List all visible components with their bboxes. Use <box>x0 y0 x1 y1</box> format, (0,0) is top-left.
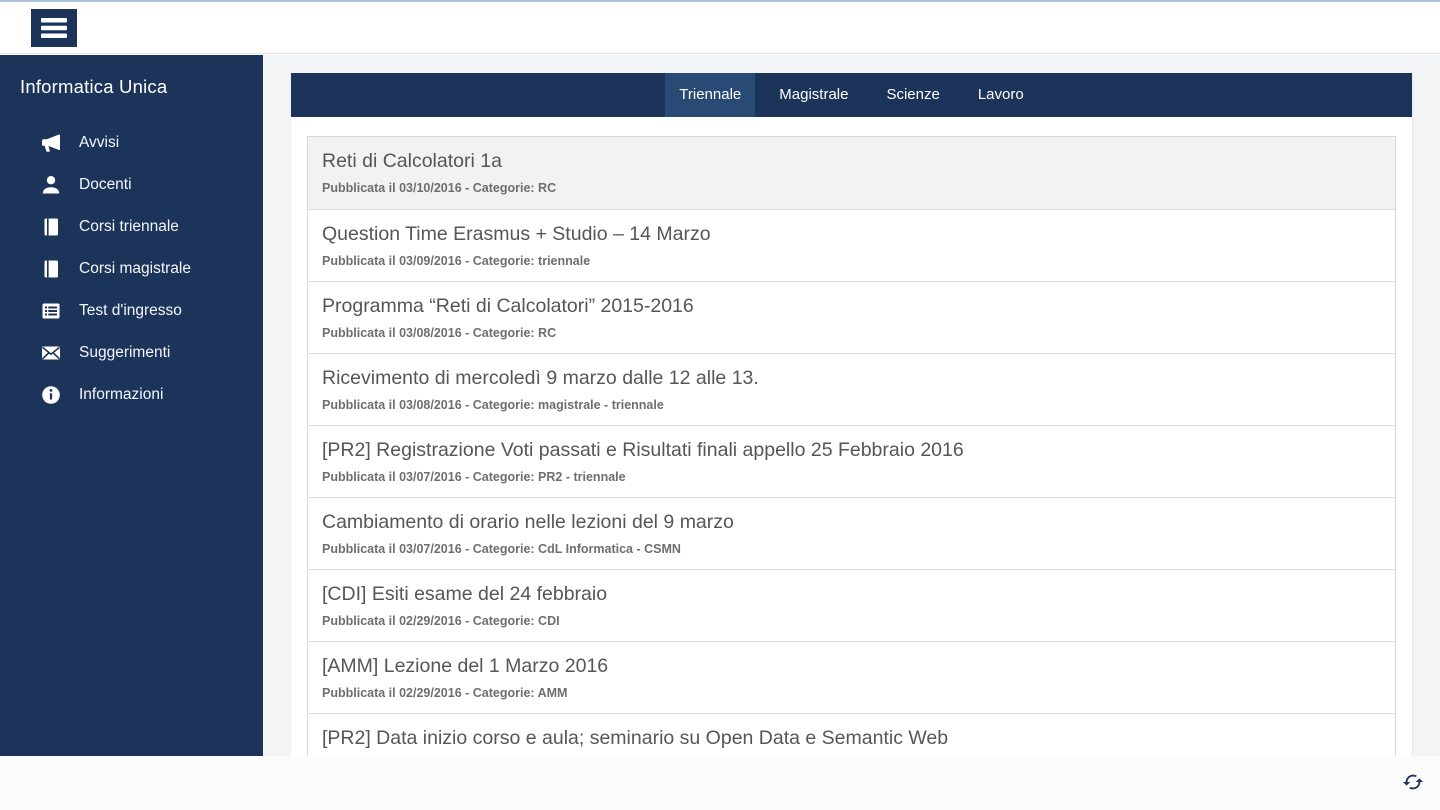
app-title: Informatica Unica <box>20 76 168 97</box>
bottom-bar <box>0 756 1440 810</box>
envelope-icon <box>40 342 62 364</box>
sidebar-item-corsi-magistrale[interactable]: Corsi magistrale <box>0 248 263 290</box>
hamburger-icon <box>41 18 67 38</box>
tab-triennale[interactable]: Triennale <box>665 73 756 117</box>
announcement-list: Reti di Calcolatori 1a Pubblicata il 03/… <box>307 136 1396 756</box>
sidebar-item-label: Corsi magistrale <box>79 260 191 277</box>
info-icon <box>40 384 62 406</box>
book-icon <box>40 258 62 280</box>
announcement-title: Programma “Reti di Calcolatori” 2015-201… <box>322 295 694 317</box>
sidebar-item-label: Avvisi <box>79 134 120 151</box>
sidebar-menu: Avvisi Docenti Corsi triennale Corsi mag… <box>0 122 263 416</box>
tab-magistrale[interactable]: Magistrale <box>765 73 862 117</box>
hamburger-menu-button[interactable] <box>31 9 77 47</box>
announcement-meta: Pubblicata il 03/10/2016 - Categorie: RC <box>322 181 557 195</box>
sidebar-item-label: Corsi triennale <box>79 218 179 235</box>
user-icon <box>40 174 62 196</box>
sidebar-item-label: Informazioni <box>79 386 164 403</box>
announcement-meta: Pubblicata il 03/09/2016 - Categorie: tr… <box>322 254 591 268</box>
announcement-meta: Pubblicata il 02/29/2016 - Categorie: CD… <box>322 614 560 628</box>
list-icon <box>40 300 62 322</box>
sidebar-item-test-d-ingresso[interactable]: Test d'ingresso <box>0 290 263 332</box>
announcement-title: [PR2] Registrazione Voti passati e Risul… <box>322 439 964 461</box>
announcement-row[interactable]: Reti di Calcolatori 1a Pubblicata il 03/… <box>308 137 1395 209</box>
book-icon <box>40 216 62 238</box>
tab-bar: Triennale Magistrale Scienze Lavoro <box>291 73 1412 117</box>
announcement-row[interactable]: [PR2] Data inizio corso e aula; seminari… <box>308 713 1395 756</box>
announcement-title: Question Time Erasmus + Studio – 14 Marz… <box>322 223 711 245</box>
announcement-title: [AMM] Lezione del 1 Marzo 2016 <box>322 655 609 677</box>
announcement-row[interactable]: Ricevimento di mercoledì 9 marzo dalle 1… <box>308 353 1395 425</box>
announcement-meta: Pubblicata il 03/07/2016 - Categorie: Cd… <box>322 542 681 556</box>
announcement-row[interactable]: Programma “Reti di Calcolatori” 2015-201… <box>308 281 1395 353</box>
announcement-row[interactable]: [CDI] Esiti esame del 24 febbraio Pubbli… <box>308 569 1395 641</box>
sidebar-item-suggerimenti[interactable]: Suggerimenti <box>0 332 263 374</box>
sidebar-item-avvisi[interactable]: Avvisi <box>0 122 263 164</box>
announcement-meta: Pubblicata il 03/08/2016 - Categorie: ma… <box>322 398 664 412</box>
content-card: Triennale Magistrale Scienze Lavoro Reti di… <box>290 73 1413 756</box>
tab-scienze[interactable]: Scienze <box>872 73 953 117</box>
refresh-button[interactable] <box>1400 769 1426 795</box>
announcement-meta: Pubblicata il 02/29/2016 - Categorie: AM… <box>322 686 568 700</box>
announcement-row[interactable]: [PR2] Registrazione Voti passati e Risul… <box>308 425 1395 497</box>
sidebar: Informatica Unica Avvisi Docenti Corsi t… <box>0 55 263 756</box>
announcement-meta: Pubblicata il 03/07/2016 - Categorie: PR… <box>322 470 626 484</box>
announcement-row[interactable]: [AMM] Lezione del 1 Marzo 2016 Pubblicat… <box>308 641 1395 713</box>
announcement-meta: Pubblicata il 03/08/2016 - Categorie: RC <box>322 326 557 340</box>
tab-lavoro[interactable]: Lavoro <box>964 73 1038 117</box>
announcement-title: Cambiamento di orario nelle lezioni del … <box>322 511 734 533</box>
announcement-title: [CDI] Esiti esame del 24 febbraio <box>322 583 608 605</box>
sidebar-item-label: Test d'ingresso <box>79 302 182 319</box>
sidebar-item-label: Docenti <box>79 176 132 193</box>
sidebar-item-label: Suggerimenti <box>79 344 171 361</box>
announcement-title: Reti di Calcolatori 1a <box>322 150 502 172</box>
announcement-title: Ricevimento di mercoledì 9 marzo dalle 1… <box>322 367 759 389</box>
megaphone-icon <box>40 132 62 154</box>
announcement-title: [PR2] Data inizio corso e aula; seminari… <box>322 727 949 749</box>
sidebar-item-docenti[interactable]: Docenti <box>0 164 263 206</box>
header-bar <box>0 2 1440 54</box>
announcement-row[interactable]: Question Time Erasmus + Studio – 14 Marz… <box>308 209 1395 281</box>
announcement-row[interactable]: Cambiamento di orario nelle lezioni del … <box>308 497 1395 569</box>
refresh-icon <box>1402 771 1424 793</box>
sidebar-item-informazioni[interactable]: Informazioni <box>0 374 263 416</box>
sidebar-item-corsi-triennale[interactable]: Corsi triennale <box>0 206 263 248</box>
app-root: Informatica Unica Avvisi Docenti Corsi t… <box>0 0 1440 810</box>
